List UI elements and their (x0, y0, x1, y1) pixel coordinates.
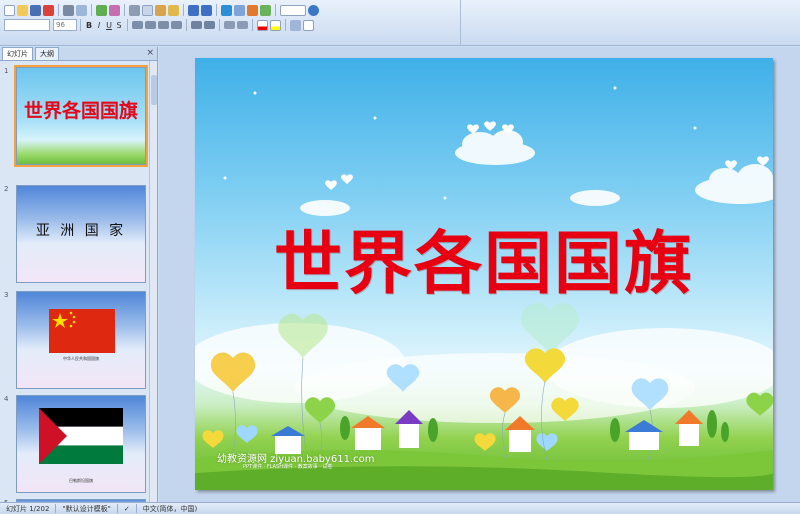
cut-icon[interactable] (129, 4, 140, 16)
thumbnail-number: 3 (4, 291, 9, 299)
table-icon[interactable] (234, 4, 245, 16)
permission-icon[interactable] (43, 4, 54, 16)
thumbnail-text: 亚 洲 国 家 (35, 223, 127, 239)
close-icon[interactable]: × (146, 48, 154, 58)
slide-workarea: 世界各国国旗 幼教资源网 ziyuan.baby611.com PPT课件 · … (159, 47, 800, 502)
preview-icon[interactable] (76, 4, 87, 16)
research-icon[interactable] (109, 4, 120, 16)
palestine-flag (39, 408, 123, 464)
tab-outline[interactable]: 大纲 (35, 47, 59, 60)
decrease-font-icon[interactable] (237, 21, 248, 29)
thumbnail-slide-3[interactable]: 中华人民共和国国旗 (16, 291, 146, 389)
format-painter-icon[interactable] (168, 4, 179, 16)
undo-icon[interactable] (188, 4, 199, 16)
italic-icon[interactable]: I (94, 21, 104, 30)
justify-icon[interactable] (171, 21, 182, 29)
slides-panel: 幻灯片 大纲 × 1 世界各国国旗 2 亚 洲 国 家 3 中华人民共和国国旗 … (0, 47, 158, 502)
picture-icon[interactable] (260, 4, 271, 16)
tab-slides[interactable]: 幻灯片 (2, 47, 33, 60)
thumbnail-slide-2[interactable]: 亚 洲 国 家 (16, 185, 146, 283)
open-icon[interactable] (17, 4, 28, 16)
watermark-sub: PPT课件 · FLASH课件 · 教案故事 · 试卷 (243, 464, 333, 470)
fill-color-icon[interactable] (270, 19, 281, 31)
copy-icon[interactable] (142, 4, 153, 16)
bold-icon[interactable]: B (84, 21, 94, 30)
thumbnail-list: 1 世界各国国旗 2 亚 洲 国 家 3 中华人民共和国国旗 4 巴勒斯坦国旗 (0, 61, 157, 502)
redo-icon[interactable] (201, 4, 212, 16)
panel-tabs: 幻灯片 大纲 × (0, 47, 157, 61)
slide-title[interactable]: 世界各国国旗 (195, 208, 773, 307)
thumbnail-number: 2 (4, 185, 9, 193)
thumbnail-number: 1 (4, 67, 9, 75)
new-icon[interactable] (4, 4, 15, 16)
align-right-icon[interactable] (158, 21, 169, 29)
panel-scrollbar[interactable] (149, 61, 157, 502)
language-indicator: 中文(简体，中国) (142, 504, 198, 513)
font-color-icon[interactable] (257, 19, 268, 31)
flag-caption: 中华人民共和国国旗 (63, 356, 99, 361)
chart-icon[interactable] (247, 4, 258, 16)
shadow-icon[interactable]: S (114, 21, 124, 30)
align-left-icon[interactable] (132, 21, 143, 29)
formatting-toolbar: 96 B I U S (0, 17, 315, 33)
flag-caption: 巴勒斯坦国旗 (69, 478, 93, 483)
thumbnail-slide-1[interactable]: 世界各国国旗 (14, 65, 148, 167)
numbering-icon[interactable] (191, 21, 202, 29)
align-center-icon[interactable] (145, 21, 156, 29)
bullets-icon[interactable] (204, 21, 215, 29)
save-icon[interactable] (30, 4, 41, 16)
paste-icon[interactable] (155, 4, 166, 16)
spelling-icon[interactable] (96, 4, 107, 16)
hyperlink-icon[interactable] (221, 4, 232, 16)
thumbnail-slide-4[interactable]: 巴勒斯坦国旗 (16, 395, 146, 493)
spelling-check-icon[interactable]: ✓ (124, 505, 130, 513)
new-slide-icon[interactable] (303, 19, 314, 31)
toolbar: 96 B I U S (0, 0, 800, 46)
font-name-field[interactable] (4, 19, 50, 31)
design-icon[interactable] (290, 19, 301, 31)
print-icon[interactable] (63, 4, 74, 16)
underline-icon[interactable]: U (104, 21, 114, 30)
design-template-name: "默认设计模板" (62, 504, 111, 513)
font-size-field[interactable]: 96 (53, 19, 77, 31)
china-flag (49, 309, 115, 353)
status-bar: 幻灯片 1/202 "默认设计模板" ✓ 中文(简体，中国) (0, 502, 800, 514)
help-icon[interactable] (308, 4, 319, 16)
main-slide[interactable]: 世界各国国旗 幼教资源网 ziyuan.baby611.com PPT课件 · … (195, 58, 773, 490)
thumbnail-number: 4 (4, 395, 9, 403)
slide-counter: 幻灯片 1/202 (6, 504, 50, 513)
standard-toolbar (0, 2, 320, 18)
zoom-icon[interactable] (280, 4, 306, 16)
thumbnail-title: 世界各国国旗 (23, 100, 138, 122)
increase-font-icon[interactable] (224, 21, 235, 29)
